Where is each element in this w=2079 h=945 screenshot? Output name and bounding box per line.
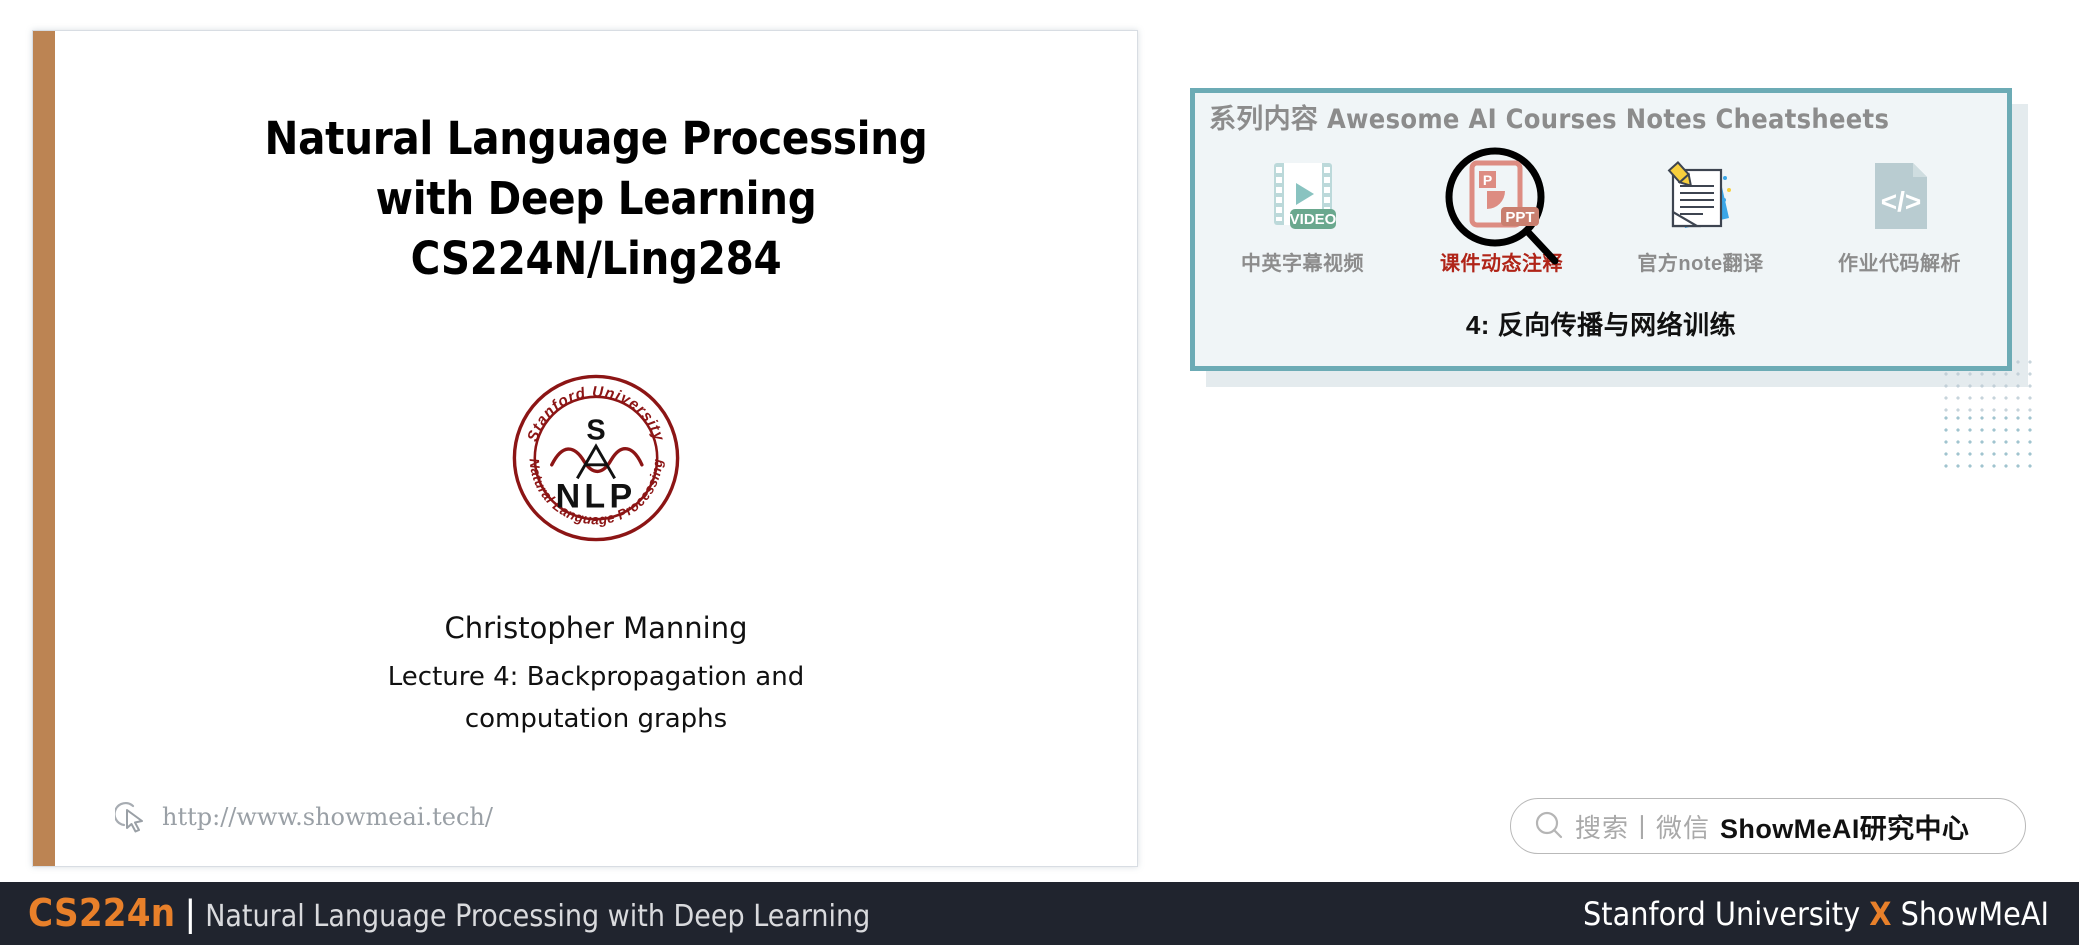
slide-title-line-2: with Deep Learning	[375, 172, 817, 225]
promo-item-code[interactable]: </> 作业代码解析	[1815, 155, 1985, 276]
promo-item-label-code: 作业代码解析	[1838, 253, 1961, 275]
slide-lecture-line-2: computation graphs	[464, 704, 728, 734]
code-file-icon: </>	[1815, 155, 1985, 237]
magnifier-handle-icon	[1523, 227, 1558, 265]
promo-dot-pattern-lower	[1940, 412, 2036, 472]
footer-course-code: CS224n	[28, 891, 176, 935]
promo-icon-row: VIDEO 中英字幕视频 P PPT 课件动态注释 官方note翻译 </> 作…	[1203, 147, 1999, 276]
slide-accent-bar	[33, 31, 55, 866]
promo-title: 系列内容 Awesome AI Courses Notes Cheatsheet…	[1209, 104, 1890, 135]
slide-url-text[interactable]: http://www.showmeai.tech/	[162, 803, 493, 831]
promo-item-label-video: 中英字幕视频	[1241, 253, 1364, 275]
note-pen-icon	[1616, 155, 1786, 237]
promo-item-note[interactable]: 官方note翻译	[1616, 155, 1786, 276]
slide-author: Christopher Manning	[444, 611, 748, 645]
svg-text:P: P	[1482, 172, 1491, 188]
slide-title: Natural Language Processing with Deep Le…	[55, 109, 1137, 289]
footer-divider: |	[185, 893, 196, 935]
slide-title-line-3: CS224N/Ling284	[410, 232, 782, 285]
slide-lecture-line-1: Lecture 4: Backpropagation and	[387, 662, 805, 692]
code-badge-label: </>	[1880, 186, 1920, 217]
slide-content: Natural Language Processing with Deep Le…	[55, 31, 1137, 866]
slide-lecture-subtitle: Lecture 4: Backpropagation and computati…	[55, 656, 1137, 740]
svg-text:S: S	[586, 414, 605, 446]
search-icon	[1535, 811, 1563, 839]
promo-panel: 系列内容 Awesome AI Courses Notes Cheatsheet…	[1190, 88, 2012, 371]
video-badge-label: VIDEO	[1289, 211, 1336, 228]
promo-item-video[interactable]: VIDEO 中英字幕视频	[1218, 155, 1388, 276]
search-account-name: ShowMeAI研究中心	[1720, 813, 1970, 844]
slide-title-line-1: Natural Language Processing	[264, 112, 928, 165]
footer-right-group: Stanford University X ShowMeAI	[1583, 895, 2049, 933]
slide-url-row[interactable]: http://www.showmeai.tech/	[115, 800, 493, 834]
promo-subtitle: 4: 反向传播与网络训练	[1465, 310, 1737, 340]
footer-left-group: CS224n | Natural Language Processing wit…	[28, 891, 870, 936]
stanford-nlp-logo-icon: Stanford University Natural Language Pro…	[512, 374, 680, 542]
footer-university-name: Stanford University	[1583, 894, 1870, 933]
search-placeholder-text: 搜索丨微信	[1575, 812, 1711, 843]
promo-item-ppt[interactable]: P PPT 课件动态注释	[1417, 147, 1587, 276]
ppt-file-icon: P PPT	[1417, 147, 1587, 265]
footer-bar: CS224n | Natural Language Processing wit…	[0, 882, 2079, 945]
footer-partner-name: ShowMeAI	[1891, 894, 2049, 933]
footer-x-mark: X	[1869, 894, 1892, 933]
cursor-pointer-icon	[115, 802, 143, 833]
video-film-icon: VIDEO	[1218, 155, 1388, 237]
wechat-search-bar[interactable]: 搜索丨微信 ShowMeAI研究中心	[1510, 798, 2026, 854]
footer-course-title: Natural Language Processing with Deep Le…	[205, 899, 871, 934]
presentation-slide: Natural Language Processing with Deep Le…	[32, 30, 1138, 867]
svg-text:NLP: NLP	[556, 477, 637, 515]
promo-item-label-note: 官方note翻译	[1637, 253, 1764, 275]
ppt-badge-label: PPT	[1505, 209, 1534, 226]
